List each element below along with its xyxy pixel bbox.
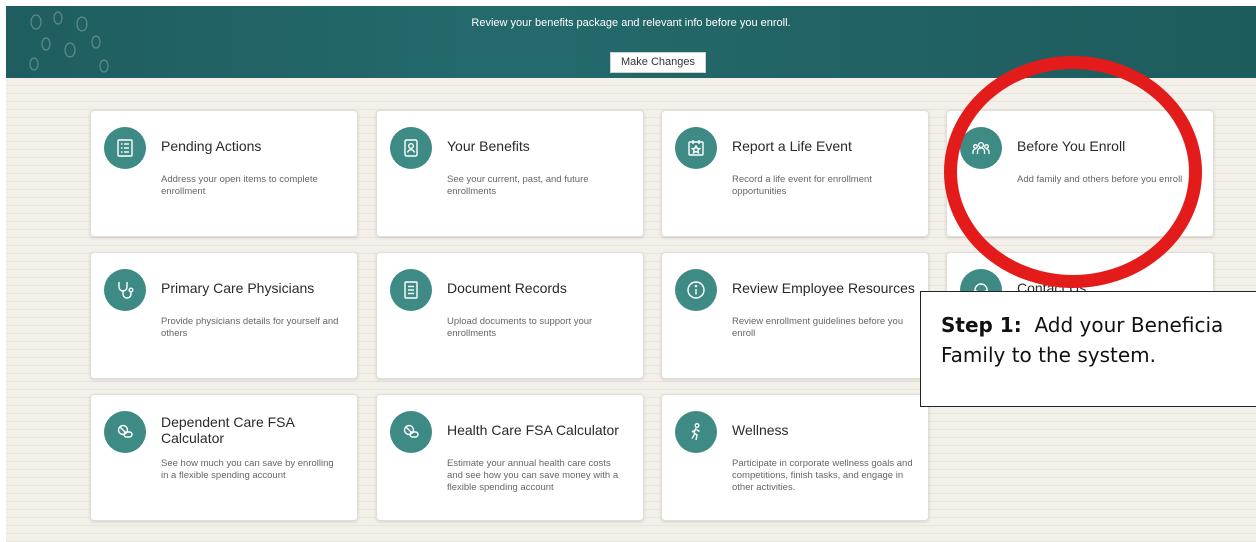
callout-line-1: Step 1: Add your Beneficia — [941, 313, 1224, 337]
card-title: Before You Enroll — [1017, 138, 1126, 154]
make-changes-button[interactable]: Make Changes — [610, 52, 706, 73]
card-description: Add family and others before you enroll — [1017, 174, 1183, 185]
step-label: Step 1 — [941, 313, 1014, 337]
pills-icon — [104, 411, 146, 453]
calendar-star-icon — [675, 127, 717, 169]
checklist-icon — [104, 127, 146, 169]
card-title: Dependent Care FSA Calculator — [161, 414, 295, 446]
card-title: Report a Life Event — [732, 138, 852, 154]
card-description: Participate in corporate wellness goals … — [732, 458, 913, 493]
card-description: Record a life event for enrollment oppor… — [732, 174, 872, 197]
document-icon — [390, 269, 432, 311]
card-health-care-fsa-calculator[interactable]: Health Care FSA Calculator Estimate your… — [376, 394, 644, 521]
card-dependent-care-fsa-calculator[interactable]: Dependent Care FSA Calculator See how mu… — [90, 394, 358, 521]
card-pending-actions[interactable]: Pending Actions Address your open items … — [90, 110, 358, 237]
running-person-icon — [675, 411, 717, 453]
card-description: Provide physicians details for yourself … — [161, 316, 339, 339]
card-wellness[interactable]: Wellness Participate in corporate wellne… — [661, 394, 929, 521]
card-title: Review Employee Resources — [732, 280, 915, 296]
step-instruction: Add your Beneficia — [1021, 313, 1224, 337]
stethoscope-icon — [104, 269, 146, 311]
instruction-callout: Step 1: Add your Beneficia Family to the… — [920, 291, 1256, 407]
card-description: Review enrollment guidelines before you … — [732, 316, 904, 339]
card-your-benefits[interactable]: Your Benefits See your current, past, an… — [376, 110, 644, 237]
card-title: Health Care FSA Calculator — [447, 422, 619, 438]
card-title: Primary Care Physicians — [161, 280, 315, 296]
pills-icon — [390, 411, 432, 453]
id-badge-icon — [390, 127, 432, 169]
card-description: See your current, past, and future enrol… — [447, 174, 589, 197]
card-title: Document Records — [447, 280, 567, 296]
callout-line-2: Family to the system. — [941, 343, 1156, 367]
info-icon — [675, 269, 717, 311]
enrollment-banner: Review your benefits package and relevan… — [6, 6, 1256, 78]
card-review-employee-resources[interactable]: Review Employee Resources Review enrollm… — [661, 252, 929, 379]
card-title: Pending Actions — [161, 138, 262, 154]
card-primary-care-physicians[interactable]: Primary Care Physicians Provide physicia… — [90, 252, 358, 379]
card-description: See how much you can save by enrolling i… — [161, 458, 334, 481]
card-title: Wellness — [732, 422, 789, 438]
banner-message: Review your benefits package and relevan… — [471, 17, 791, 29]
card-description: Upload documents to support your enrollm… — [447, 316, 593, 339]
card-before-you-enroll[interactable]: Before You Enroll Add family and others … — [946, 110, 1214, 237]
card-report-life-event[interactable]: Report a Life Event Record a life event … — [661, 110, 929, 237]
people-group-icon — [960, 127, 1002, 169]
card-document-records[interactable]: Document Records Upload documents to sup… — [376, 252, 644, 379]
card-title: Your Benefits — [447, 138, 530, 154]
card-description: Address your open items to complete enro… — [161, 174, 318, 197]
card-description: Estimate your annual health care costs a… — [447, 458, 619, 493]
